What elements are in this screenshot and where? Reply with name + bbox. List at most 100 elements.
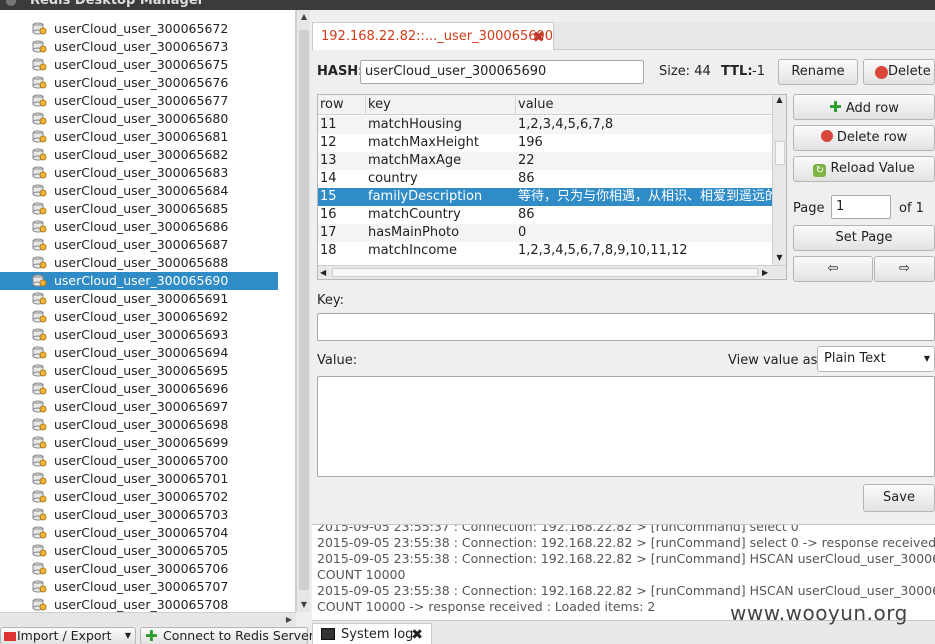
- tree-item[interactable]: userCloud_user_300065690: [0, 272, 278, 290]
- tree-item[interactable]: userCloud_user_300065695: [0, 362, 278, 380]
- tree-item[interactable]: userCloud_user_300065675: [0, 56, 278, 74]
- tree-item[interactable]: userCloud_user_300065704: [0, 524, 278, 542]
- tree-vertical-scrollbar[interactable]: ▲ ▼: [296, 10, 310, 612]
- tree-item[interactable]: userCloud_user_300065696: [0, 380, 278, 398]
- scroll-up-arrow-icon[interactable]: ▲: [297, 10, 311, 24]
- import-export-icon: [4, 632, 16, 641]
- log-line: 2015-09-05 23:55:38 : Connection: 192.16…: [317, 583, 935, 598]
- delete-row-button[interactable]: Delete row: [793, 125, 935, 151]
- table-row[interactable]: 11 matchHousing 1,2,3,4,5,6,7,8: [318, 116, 773, 134]
- tree-item[interactable]: userCloud_user_300065673: [0, 38, 278, 56]
- title-bar: Redis Desktop Manager: [0, 0, 935, 10]
- tree-item[interactable]: userCloud_user_300065702: [0, 488, 278, 506]
- set-page-button[interactable]: Set Page: [793, 225, 935, 251]
- tree-item[interactable]: userCloud_user_300065693: [0, 326, 278, 344]
- key-database-icon: [32, 490, 47, 504]
- scroll-right-arrow-icon[interactable]: ▶: [282, 613, 296, 627]
- scroll-down-arrow-icon[interactable]: ▼: [297, 598, 311, 612]
- table-row[interactable]: 14 country 86: [318, 170, 773, 188]
- hash-type-label: HASH:: [317, 64, 364, 79]
- tree-item[interactable]: userCloud_user_300065703: [0, 506, 278, 524]
- key-database-icon: [32, 346, 47, 360]
- tree-item[interactable]: userCloud_user_300065681: [0, 128, 278, 146]
- rename-button[interactable]: Rename: [778, 59, 858, 85]
- tree-item[interactable]: userCloud_user_300065700: [0, 452, 278, 470]
- delete-icon: [820, 130, 833, 142]
- table-row[interactable]: 12 matchMaxHeight 196: [318, 134, 773, 152]
- tab-key-view[interactable]: 192.168.22.82::..._user_300065690 ✖: [312, 22, 554, 50]
- tree-item[interactable]: userCloud_user_300065677: [0, 92, 278, 110]
- cell-row: 18: [320, 243, 337, 258]
- key-database-icon: [32, 328, 47, 342]
- tree-item[interactable]: userCloud_user_300065683: [0, 164, 278, 182]
- key-name-field[interactable]: userCloud_user_300065690: [360, 60, 644, 84]
- table-vertical-scrollbar[interactable]: ▲ ▼: [772, 95, 786, 265]
- watermark: www.wooyun.org: [730, 601, 908, 625]
- key-database-icon: [32, 202, 47, 216]
- scroll-right-arrow-icon[interactable]: ▶: [762, 266, 768, 279]
- table-row[interactable]: 18 matchIncome 1,2,3,4,5,6,7,8,9,10,11,12: [318, 242, 773, 260]
- page-label: Page: [793, 201, 825, 216]
- view-as-select[interactable]: Plain Text ▼: [817, 346, 935, 372]
- key-database-icon: [32, 274, 47, 288]
- window-close-icon[interactable]: [6, 0, 16, 6]
- tree-item[interactable]: userCloud_user_300065676: [0, 74, 278, 92]
- reload-value-button[interactable]: ↻ Reload Value: [793, 156, 935, 182]
- tree-item[interactable]: userCloud_user_300065697: [0, 398, 278, 416]
- tree-item[interactable]: userCloud_user_300065701: [0, 470, 278, 488]
- column-header-row[interactable]: row: [318, 95, 366, 115]
- scroll-thumb[interactable]: [775, 141, 785, 165]
- tree-item[interactable]: userCloud_user_300065692: [0, 308, 278, 326]
- add-row-button[interactable]: ✚ Add row: [793, 94, 935, 120]
- scroll-left-arrow-icon[interactable]: ◀: [320, 266, 326, 279]
- tree-item[interactable]: userCloud_user_300065698: [0, 416, 278, 434]
- tree-item[interactable]: userCloud_user_300065680: [0, 110, 278, 128]
- tree-item[interactable]: userCloud_user_300065685: [0, 200, 278, 218]
- tree-item[interactable]: userCloud_user_300065688: [0, 254, 278, 272]
- tab-system-log[interactable]: System log ✖: [312, 623, 432, 644]
- tree-item[interactable]: userCloud_user_300065672: [0, 20, 278, 38]
- column-header-value[interactable]: value: [516, 95, 773, 115]
- scroll-thumb[interactable]: [299, 30, 309, 590]
- table-horizontal-scrollbar[interactable]: ◀ ▶: [318, 265, 786, 279]
- next-page-button[interactable]: ⇨: [874, 256, 935, 282]
- plus-icon: ✚: [829, 98, 842, 116]
- tree-item[interactable]: userCloud_user_300065686: [0, 218, 278, 236]
- tree-item-label: userCloud_user_300065675: [54, 57, 229, 72]
- tree-item[interactable]: userCloud_user_300065687: [0, 236, 278, 254]
- tree-item[interactable]: userCloud_user_300065691: [0, 290, 278, 308]
- cell-value: 22: [518, 153, 535, 168]
- table-row[interactable]: 17 hasMainPhoto 0: [318, 224, 773, 242]
- scroll-down-arrow-icon[interactable]: ▼: [773, 253, 786, 265]
- tree-item-label: userCloud_user_300065685: [54, 201, 229, 216]
- tree-item-label: userCloud_user_300065691: [54, 291, 229, 306]
- import-export-button[interactable]: Import / Export ▼: [0, 627, 136, 644]
- tree-item[interactable]: userCloud_user_300065706: [0, 560, 278, 578]
- tree-item[interactable]: userCloud_user_300065705: [0, 542, 278, 560]
- scroll-thumb[interactable]: [332, 268, 758, 277]
- tree-item[interactable]: userCloud_user_300065699: [0, 434, 278, 452]
- close-tab-icon[interactable]: ✖: [532, 23, 545, 51]
- tree-item[interactable]: userCloud_user_300065707: [0, 578, 278, 596]
- tree-item-label: userCloud_user_300065708: [54, 597, 229, 612]
- key-field[interactable]: [317, 313, 935, 341]
- scroll-up-arrow-icon[interactable]: ▲: [773, 95, 786, 107]
- column-header-key[interactable]: key: [366, 95, 516, 115]
- delete-key-button[interactable]: Delete: [863, 59, 935, 85]
- key-database-icon: [32, 418, 47, 432]
- tree-item[interactable]: userCloud_user_300065708: [0, 596, 278, 612]
- tree-item[interactable]: userCloud_user_300065682: [0, 146, 278, 164]
- table-row[interactable]: 16 matchCountry 86: [318, 206, 773, 224]
- close-tab-icon[interactable]: ✖: [411, 624, 423, 644]
- tree-horizontal-scrollbar[interactable]: ▶: [0, 612, 296, 626]
- connect-server-button[interactable]: ✚ Connect to Redis Server: [140, 627, 314, 644]
- table-row[interactable]: 15 familyDescription 等待，只为与你相遇，从相识、相爱到遥远的: [318, 188, 773, 206]
- value-textarea[interactable]: [317, 376, 935, 477]
- previous-page-button[interactable]: ⇦: [793, 256, 873, 282]
- tree-item[interactable]: userCloud_user_300065684: [0, 182, 278, 200]
- page-input[interactable]: 1: [831, 195, 891, 219]
- tree-item[interactable]: userCloud_user_300065694: [0, 344, 278, 362]
- cell-row: 11: [320, 117, 337, 132]
- table-row[interactable]: 13 matchMaxAge 22: [318, 152, 773, 170]
- save-button[interactable]: Save: [863, 484, 935, 512]
